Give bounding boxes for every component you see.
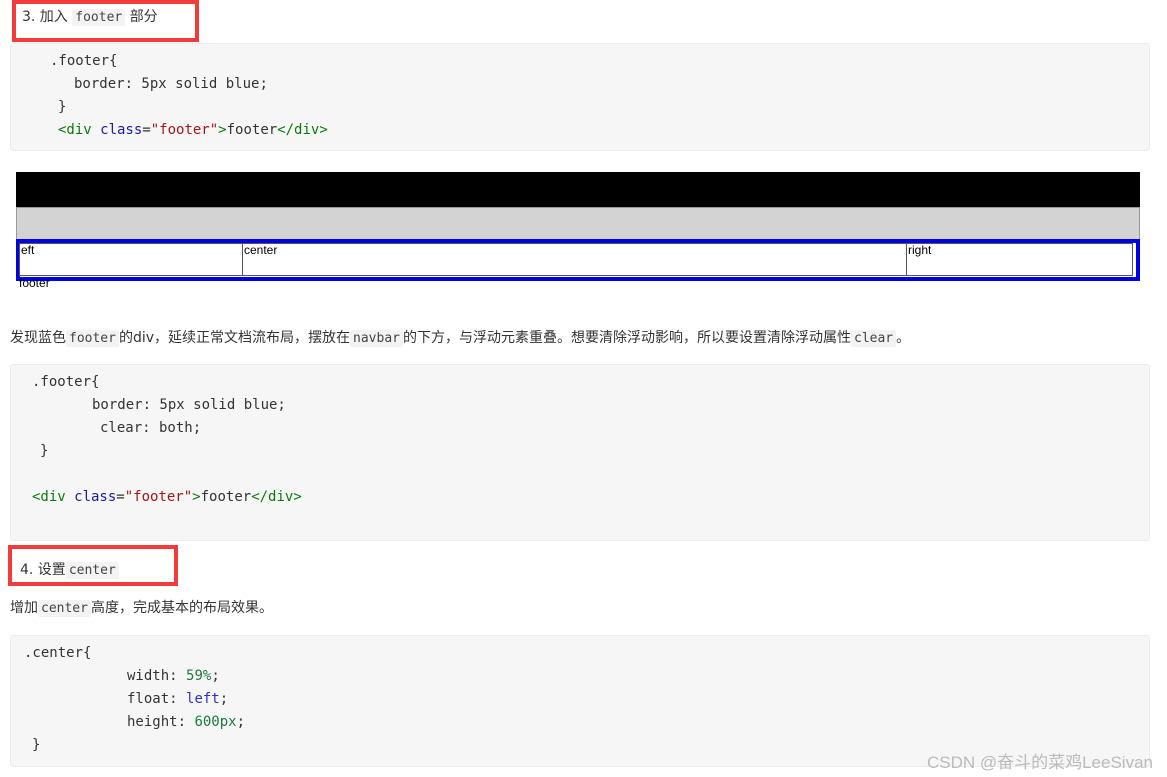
inline-code: footer xyxy=(72,9,126,26)
inline-code: center xyxy=(65,562,119,579)
code-line: } xyxy=(40,443,49,459)
demo-navbar xyxy=(16,172,1140,207)
code-line: .footer{ xyxy=(50,53,118,69)
code-line: .center{ xyxy=(24,645,92,661)
demo-subnav xyxy=(16,207,1140,240)
code-line: clear: both; xyxy=(100,420,202,436)
demo-left-column: eft xyxy=(19,243,243,276)
csdn-watermark: CSDN @奋斗的菜鸡LeeSivan xyxy=(926,753,1153,772)
code-block-footer-clear xyxy=(10,364,1150,541)
code-line: <div class="footer">footer</div> xyxy=(58,122,328,138)
code-line: .footer{ xyxy=(32,374,100,390)
demo-center-column: center xyxy=(242,243,907,276)
paragraph-center-height: 增加 center 高度，完成基本的布局效果。 xyxy=(10,600,273,617)
code-line: border: 5px solid blue; xyxy=(74,76,268,92)
section3-heading: 3. 加入 footer 部分 xyxy=(22,9,158,26)
inline-code: center xyxy=(38,600,91,617)
inline-code: clear xyxy=(851,330,897,347)
section4-heading: 4. 设置 center xyxy=(20,559,119,579)
code-line: border: 5px solid blue; xyxy=(92,397,286,413)
demo-right-column: right xyxy=(906,243,1133,276)
code-line: width: 59%; xyxy=(127,668,220,684)
demo-footer-text: footer xyxy=(19,276,50,290)
inline-code: footer xyxy=(66,330,119,347)
code-line: } xyxy=(32,737,41,753)
paragraph-clear-explanation: 发现蓝色 footer 的div，延续正常文档流布局，摆放在 navbar 的下方，与浮… xyxy=(10,330,911,347)
inline-code: navbar xyxy=(350,330,403,347)
code-line: <div class="footer">footer</div> xyxy=(32,489,302,505)
code-line: } xyxy=(58,99,67,115)
code-line: height: 600px; xyxy=(127,714,246,730)
code-line: float: left; xyxy=(127,691,229,707)
